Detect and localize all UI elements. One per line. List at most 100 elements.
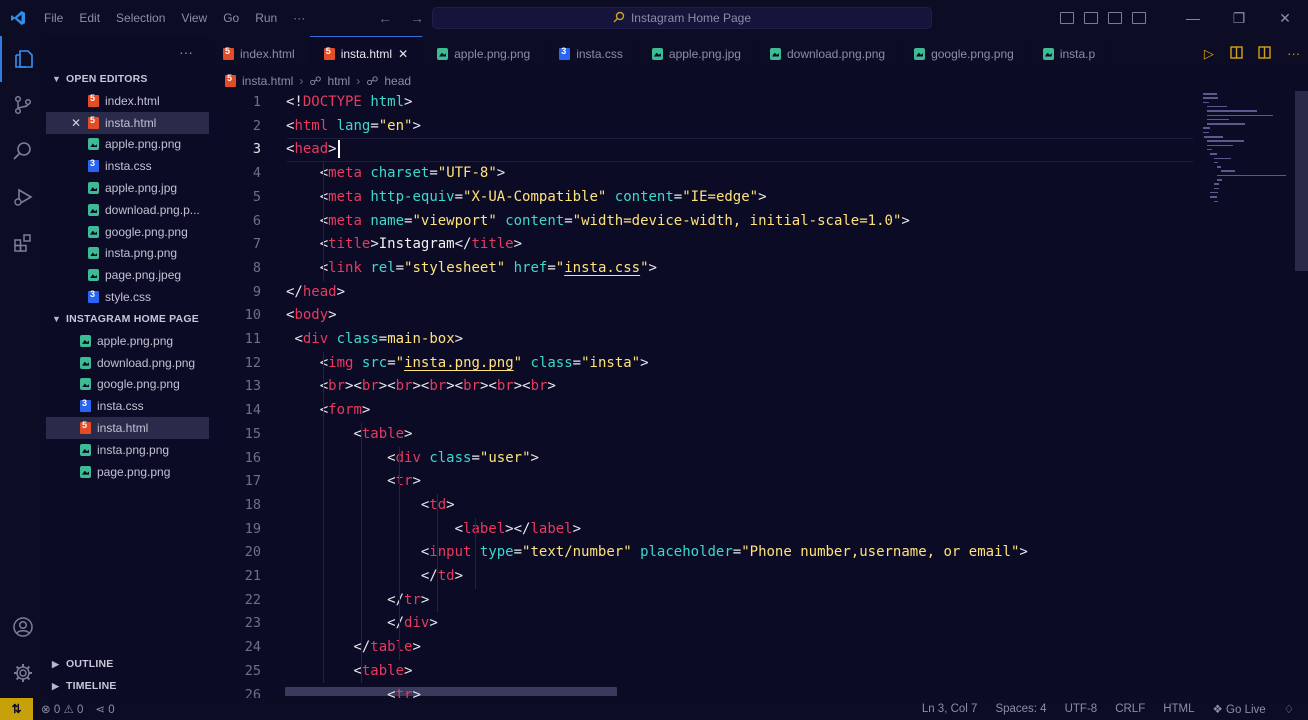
forward-arrow-icon[interactable]: → [410,10,424,26]
menu-item-0[interactable]: File [36,0,71,36]
ports-status[interactable]: ⋖ 0 [95,702,114,716]
menu-item-6[interactable]: ··· [285,0,313,36]
code-line[interactable]: 12 <img src="insta.png.png" class="insta… [209,352,1199,376]
run-icon[interactable]: ▷ [1204,46,1214,62]
code-line[interactable]: 17 <tr> [209,470,1199,494]
menu-item-3[interactable]: View [173,0,215,36]
file-item[interactable]: download.png.p... [46,199,209,221]
code-line[interactable]: 14 <form> [209,399,1199,423]
code-line[interactable]: 25 <table> [209,660,1199,684]
settings-gear-icon[interactable] [0,650,46,696]
file-item[interactable]: insta.png.png [46,243,209,265]
file-item[interactable]: index.html [46,90,209,112]
code-line[interactable]: 24 </table> [209,636,1199,660]
file-item[interactable]: insta.png.png [46,439,209,461]
code-editor[interactable]: 1 <!DOCTYPE html> 2 <html lang="en"> 3 <head>… [209,91,1199,698]
code-line[interactable]: 1 <!DOCTYPE html> [209,91,1199,115]
file-item[interactable]: download.png.png [46,352,209,374]
code-line[interactable]: 4 <meta charset="UTF-8"> [209,162,1199,186]
tab-insta-css[interactable]: insta.css [545,36,638,71]
menu-item-2[interactable]: Selection [108,0,173,36]
file-item[interactable]: apple.png.png [46,330,209,352]
open-preview-icon[interactable] [1229,45,1243,62]
account-icon[interactable] [0,604,46,650]
menu-item-5[interactable]: Run [247,0,285,36]
code-line[interactable]: 23 </div> [209,612,1199,636]
file-item[interactable]: page.png.jpeg [46,264,209,286]
code-line[interactable]: 5 <meta http-equiv="X-UA-Compatible" con… [209,186,1199,210]
remote-indicator[interactable]: ⇅ [0,698,33,720]
toggle-panel-icon[interactable] [1084,12,1098,24]
extensions-icon[interactable] [0,220,46,266]
code-line[interactable]: 6 <meta name="viewport" content="width=d… [209,210,1199,234]
language-mode[interactable]: HTML [1163,703,1194,715]
run-debug-icon[interactable] [0,174,46,220]
folder-header[interactable]: ▼ INSTAGRAM HOME PAGE [46,308,209,330]
encoding-status[interactable]: UTF-8 [1065,703,1098,715]
breadcrumb-file[interactable]: insta.html [242,74,293,88]
breadcrumb-html[interactable]: html [328,74,351,88]
go-live-button[interactable]: ❖ Go Live [1213,702,1266,716]
menu-item-4[interactable]: Go [215,0,247,36]
split-editor-icon[interactable] [1258,45,1272,62]
code-line[interactable]: 18 <td> [209,494,1199,518]
tab-google-png-png[interactable]: google.png.png [900,36,1029,71]
code-line[interactable]: 22 </tr> [209,589,1199,613]
file-item[interactable]: insta.css [46,395,209,417]
close-window-button[interactable]: ✕ [1262,10,1308,27]
minimap[interactable] [1199,91,1295,231]
code-line[interactable]: 13 <br><br><br><br><br><br><br> [209,375,1199,399]
timeline-header[interactable]: ▶ TIMELINE [46,675,209,697]
menu-item-1[interactable]: Edit [71,0,108,36]
explorer-more-actions[interactable]: ··· [179,44,193,60]
tab-download-png-png[interactable]: download.png.png [756,36,901,71]
file-item[interactable]: style.css [46,286,209,308]
customize-layout-icon[interactable] [1132,12,1146,24]
toggle-secondary-sidebar-icon[interactable] [1108,12,1122,24]
explorer-icon[interactable] [0,36,46,82]
tab-apple-png-png[interactable]: apple.png.png [423,36,546,71]
code-line[interactable]: 19 <label></label> [209,518,1199,542]
file-item[interactable]: ✕ insta.html [46,111,209,134]
file-item[interactable]: google.png.png [46,374,209,396]
source-control-icon[interactable] [0,82,46,128]
code-line[interactable]: 7 <title>Instagram</title> [209,233,1199,257]
eol-status[interactable]: CRLF [1115,703,1145,715]
file-item[interactable]: insta.css [46,155,209,177]
command-center-search[interactable]: Instagram Home Page [432,7,932,29]
restore-button[interactable]: ❐ [1216,10,1262,27]
file-item[interactable]: google.png.png [46,221,209,243]
vertical-scrollbar[interactable] [1295,91,1308,271]
indentation-status[interactable]: Spaces: 4 [995,703,1046,715]
file-item[interactable]: apple.png.jpg [46,177,209,199]
open-editors-header[interactable]: ▼ OPEN EDITORS [46,68,209,90]
minimize-button[interactable]: — [1170,10,1216,26]
notifications-icon[interactable]: ♢ [1284,702,1294,716]
tab-apple-png-jpg[interactable]: apple.png.jpg [638,36,756,71]
code-line[interactable]: 26 <tr> [209,684,1199,699]
code-line[interactable]: 16 <div class="user"> [209,447,1199,471]
tab-index-html[interactable]: index.html [209,36,310,71]
code-line[interactable]: 15 <table> [209,423,1199,447]
code-line[interactable]: 11 <div class=main-box> [209,328,1199,352]
code-line[interactable]: 9 </head> [209,281,1199,305]
code-line[interactable]: 10 <body> [209,304,1199,328]
code-line[interactable]: 21 </td> [209,565,1199,589]
code-line[interactable]: 8 <link rel="stylesheet" href="insta.css… [209,257,1199,281]
file-item[interactable]: page.png.png [46,461,209,483]
file-item[interactable]: insta.html [46,417,209,439]
problems-status[interactable]: ⊗ 0 ⚠ 0 [41,702,83,716]
toggle-sidebar-icon[interactable] [1060,12,1074,24]
outline-header[interactable]: ▶ OUTLINE [46,653,209,675]
search-panel-icon[interactable] [0,128,46,174]
tab-insta-html[interactable]: insta.html ✕ [309,36,424,71]
code-line[interactable]: 20 <input type="text/number" placeholder… [209,541,1199,565]
code-line[interactable]: 2 <html lang="en"> [209,115,1199,139]
cursor-position[interactable]: Ln 3, Col 7 [922,703,978,715]
tab-close-icon[interactable]: ✕ [398,47,408,61]
file-item[interactable]: apple.png.png [46,134,209,156]
more-actions-button[interactable]: ··· [1287,46,1300,61]
breadcrumb-head[interactable]: head [384,74,411,88]
back-arrow-icon[interactable]: ← [378,10,392,26]
close-icon[interactable]: ✕ [70,116,82,130]
